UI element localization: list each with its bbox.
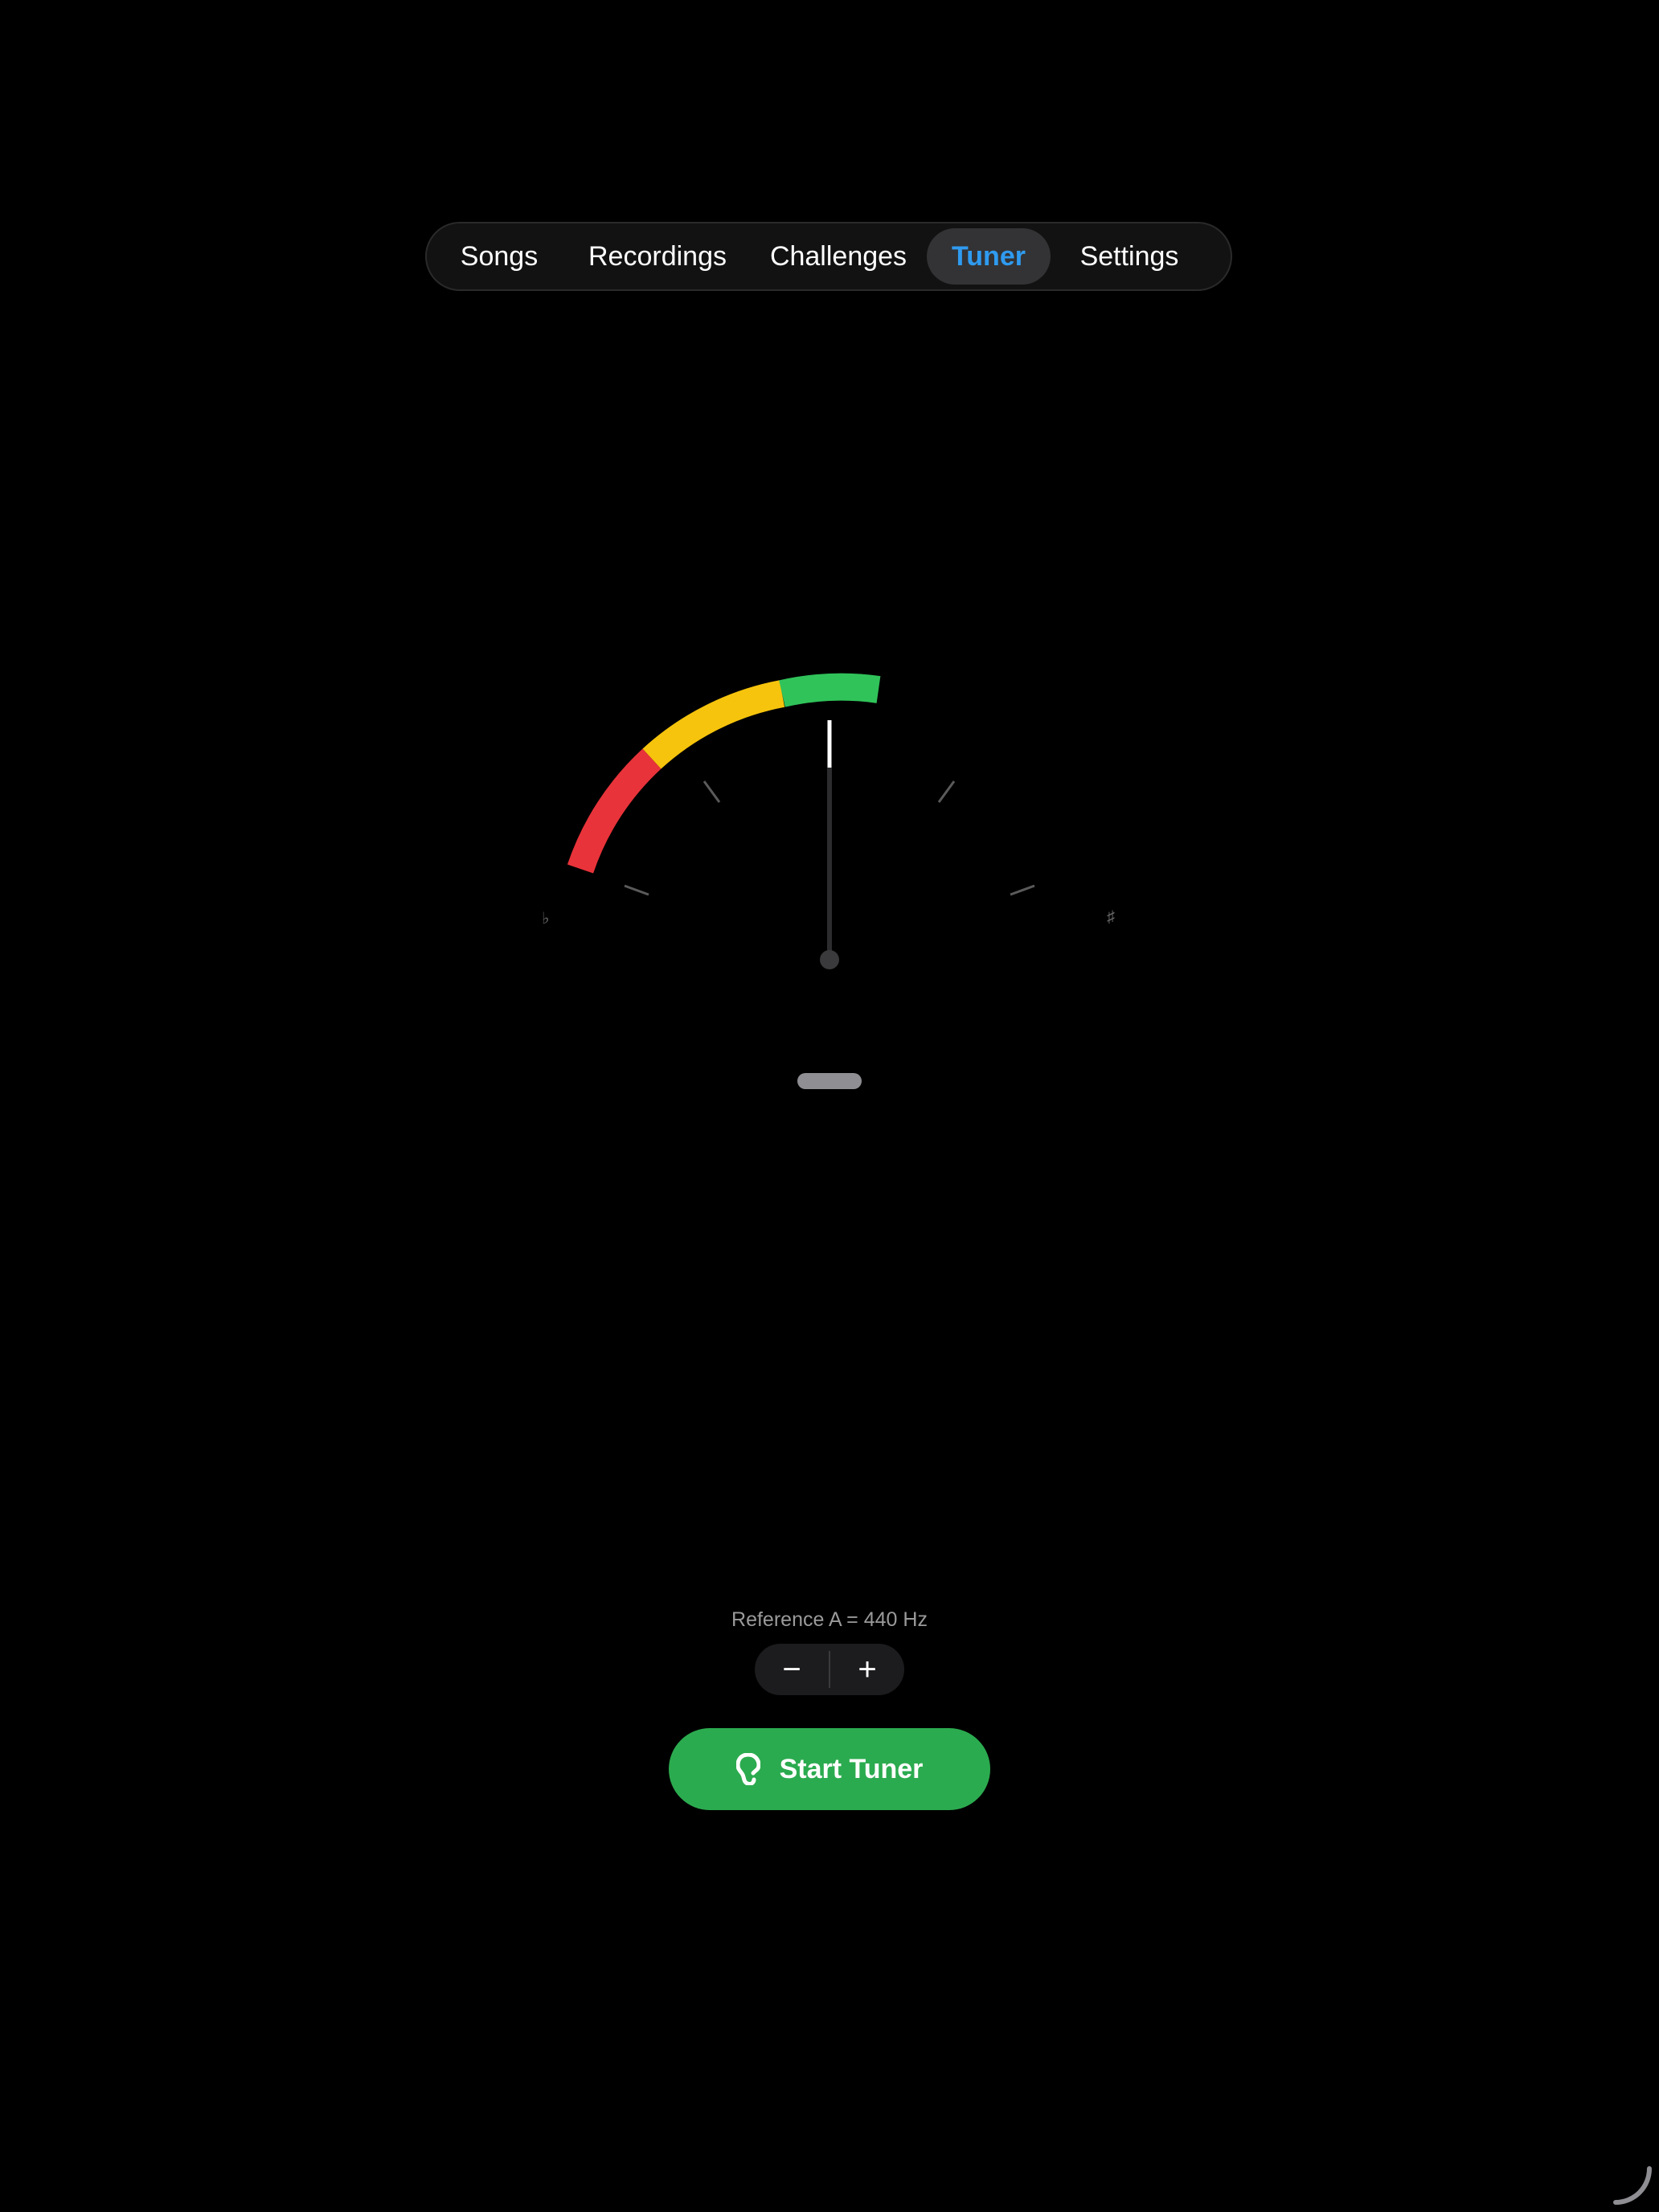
tick-mark (703, 780, 721, 803)
reference-pitch-label: Reference A = 440 Hz (731, 1608, 928, 1631)
ear-icon (735, 1753, 760, 1785)
flat-zone-arc (567, 748, 662, 874)
tuner-screen: Songs Recordings Challenges Tuner Settin… (0, 0, 1659, 2212)
plus-icon: + (858, 1651, 877, 1687)
reference-stepper: − + (755, 1644, 904, 1695)
sharp-symbol: ♯ (1107, 908, 1115, 926)
decrement-reference-button[interactable]: − (755, 1644, 829, 1695)
in-tune-zone-arc (779, 673, 881, 707)
corner-resize-handle[interactable] (1612, 2165, 1653, 2206)
flat-symbol: ♭ (542, 910, 550, 928)
note-indicator-pill (797, 1073, 862, 1089)
start-tuner-label: Start Tuner (779, 1753, 924, 1784)
needle-pivot (820, 950, 839, 969)
start-tuner-button[interactable]: Start Tuner (669, 1728, 990, 1810)
increment-reference-button[interactable]: + (830, 1644, 904, 1695)
tuner-gauge (567, 673, 1035, 969)
tick-mark (937, 780, 956, 803)
near-zone-arc (642, 680, 785, 769)
tick-mark (1010, 884, 1035, 896)
minus-icon: − (782, 1651, 801, 1687)
tick-mark (624, 884, 649, 896)
